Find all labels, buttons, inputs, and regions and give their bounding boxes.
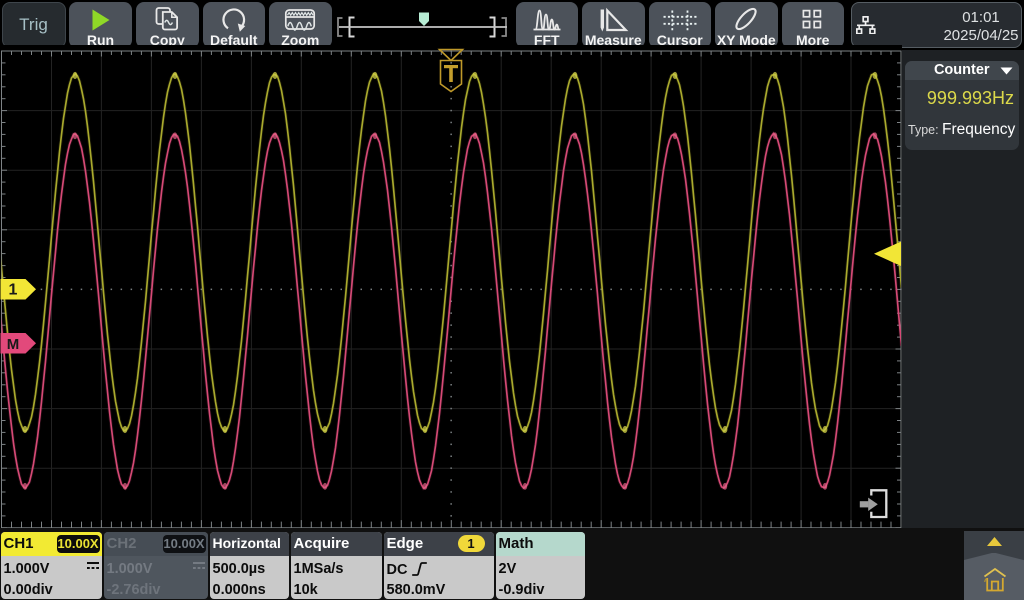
svg-text:M: M	[7, 336, 20, 353]
svg-text:1: 1	[9, 282, 18, 299]
